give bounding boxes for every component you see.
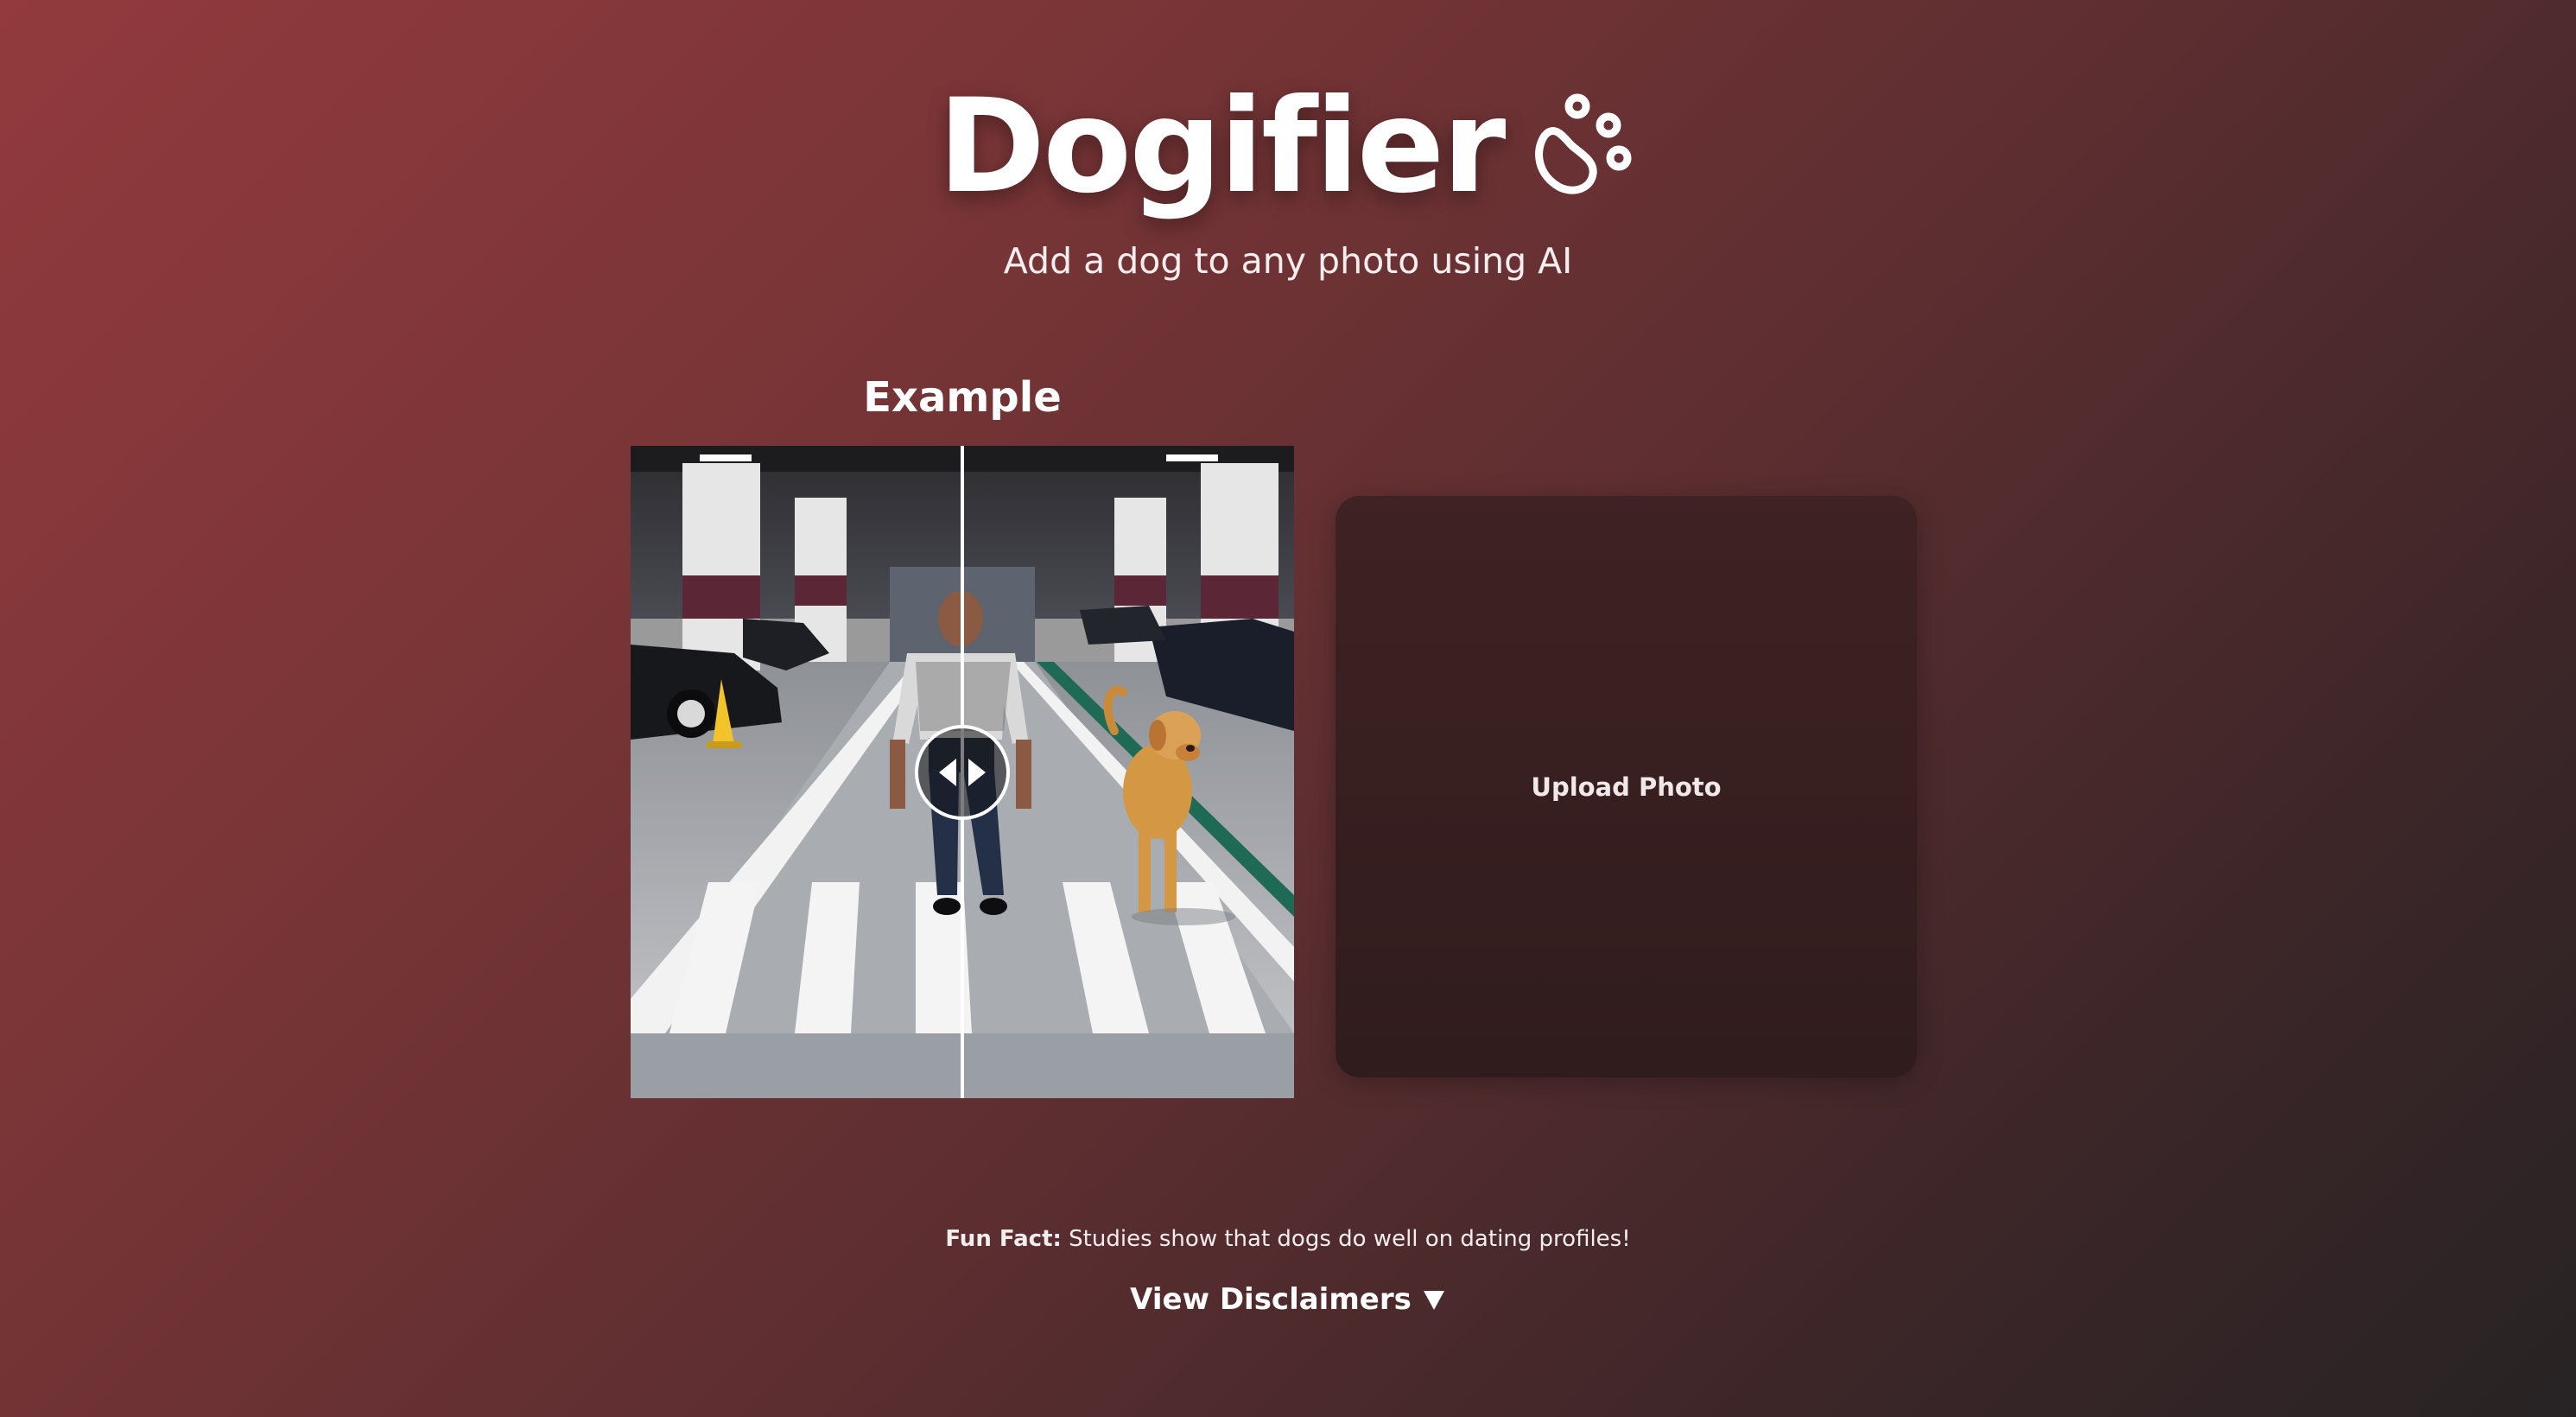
example-heading: Example xyxy=(863,373,1062,422)
left-right-arrows-icon xyxy=(939,759,986,786)
subtitle: Add a dog to any photo using AI xyxy=(1003,240,1573,282)
app-title: Dogifier xyxy=(937,72,1507,222)
disclaimers-row: View Disclaimers xyxy=(0,1282,2576,1317)
paw-icon xyxy=(1535,93,1632,194)
fun-fact: Fun Fact: Studies show that dogs do well… xyxy=(0,1225,2576,1255)
header: Dogifier xyxy=(0,65,2576,229)
fun-fact-label: Fun Fact: xyxy=(945,1226,1062,1252)
view-disclaimers-button[interactable]: View Disclaimers xyxy=(1130,1282,1446,1317)
caret-down-icon xyxy=(1423,1291,1444,1310)
comparison-slider-handle[interactable] xyxy=(915,725,1010,820)
upload-photo-label: Upload Photo xyxy=(1531,772,1722,802)
fun-fact-text: Studies show that dogs do well on dating… xyxy=(1061,1226,1631,1252)
page: Dogifier Add a dog to any photo using AI… xyxy=(0,0,2576,1417)
view-disclaimers-label: View Disclaimers xyxy=(1130,1282,1412,1317)
upload-photo-dropzone[interactable]: Upload Photo xyxy=(1336,496,1917,1077)
